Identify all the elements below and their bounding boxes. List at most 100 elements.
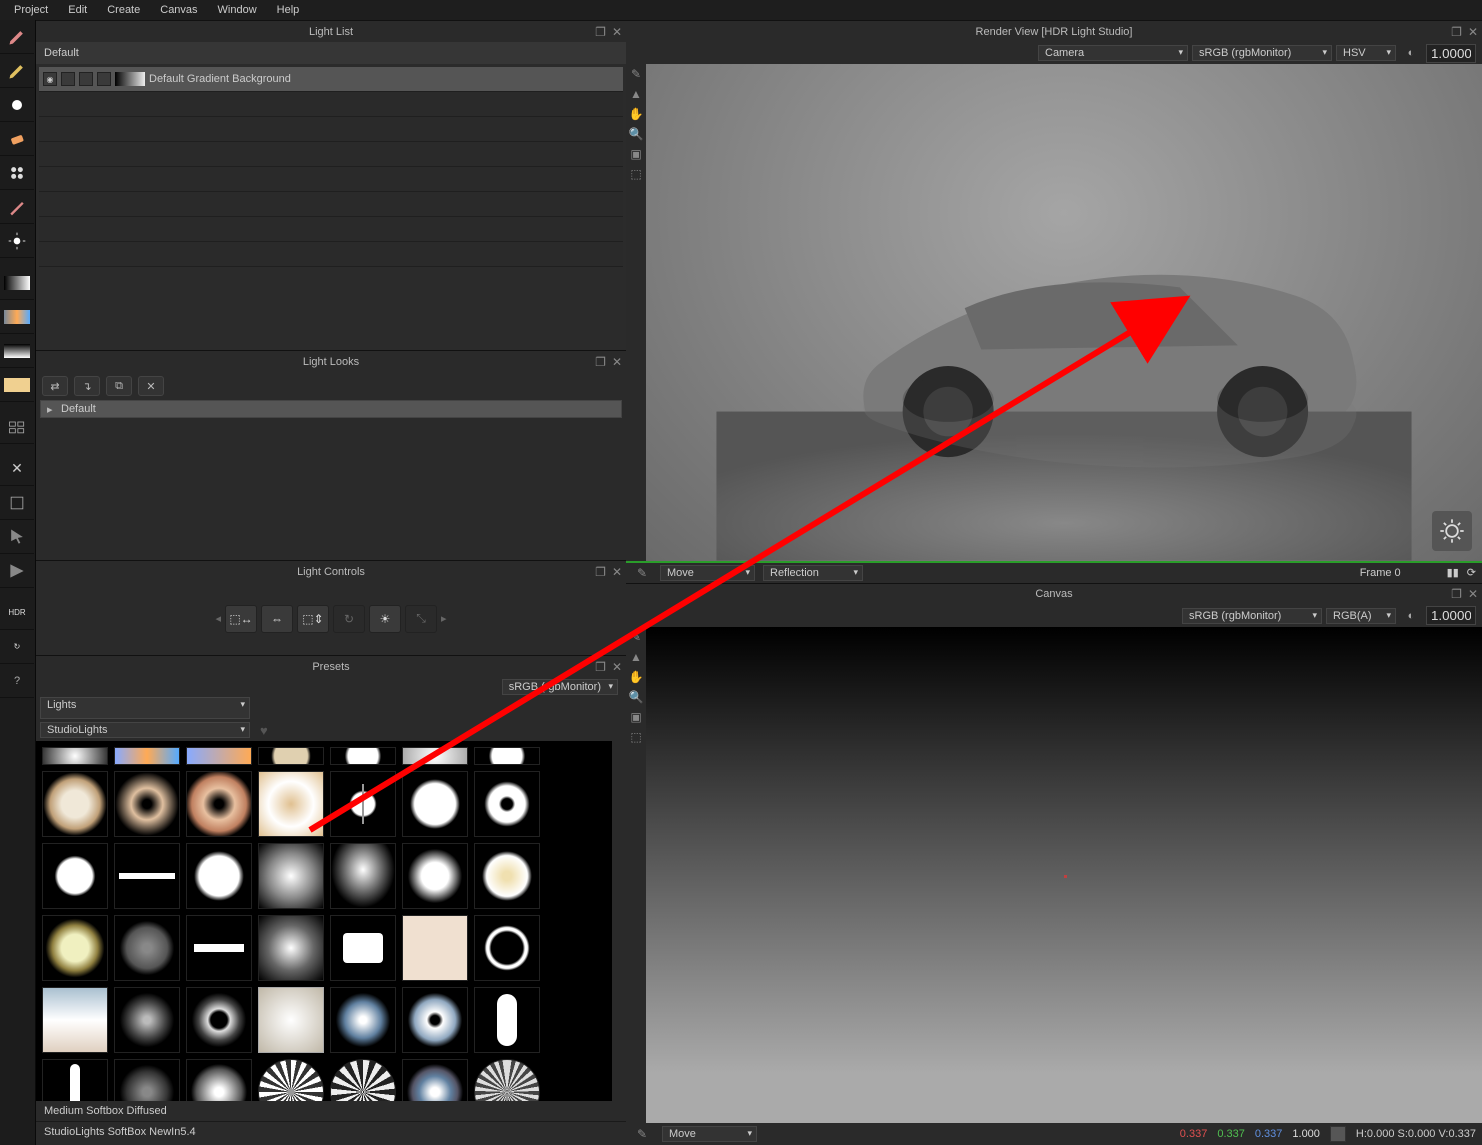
preset-thumb[interactable] [258, 1059, 324, 1101]
pointer-icon[interactable]: ▲ [626, 84, 646, 104]
brush-icon[interactable]: ✎ [632, 1124, 652, 1144]
warm-tool-icon[interactable] [0, 368, 34, 402]
close-icon[interactable]: ✕ [612, 25, 622, 39]
preset-thumb[interactable] [42, 771, 108, 837]
preset-thumb[interactable] [402, 747, 468, 765]
light-tool-icon[interactable] [0, 88, 34, 122]
exposure-icon[interactable]: ◐ [1400, 47, 1422, 59]
wand-tool-icon[interactable] [0, 190, 34, 224]
pencil-tool-icon[interactable] [0, 54, 34, 88]
hdr-refresh-icon[interactable]: ↻ [0, 630, 34, 664]
brightness-ctrl-icon[interactable]: ☀ [369, 605, 401, 633]
preset-thumb[interactable] [42, 1059, 108, 1101]
preset-thumb[interactable] [330, 771, 396, 837]
preset-thumb[interactable] [114, 771, 180, 837]
rotate-ctrl-icon[interactable]: ↻ [333, 605, 365, 633]
preset-thumb[interactable] [330, 1059, 396, 1101]
brush-icon[interactable]: ✎ [626, 627, 646, 647]
zoom-icon[interactable]: 🔍 [626, 124, 646, 144]
hdr-icon[interactable]: HDR [0, 596, 34, 630]
dock-icon[interactable]: ❐ [1451, 587, 1462, 601]
region-icon[interactable]: ⬚ [626, 164, 646, 184]
menu-window[interactable]: Window [208, 2, 267, 18]
canvas-channels-dropdown[interactable]: RGB(A) [1326, 608, 1396, 624]
preset-thumb[interactable] [114, 987, 180, 1053]
texture-tool-icon[interactable] [0, 300, 34, 334]
brush-icon[interactable]: ✎ [626, 64, 646, 84]
gradient-tool-icon[interactable] [0, 266, 34, 300]
arrow-left-icon[interactable]: ◂ [215, 612, 221, 625]
duplicate-look-icon[interactable]: ⧉ [106, 376, 132, 396]
preset-thumb[interactable] [330, 915, 396, 981]
canvas-move-dropdown[interactable]: Move [662, 1126, 757, 1142]
preset-category-dropdown[interactable]: Lights [40, 697, 250, 719]
import-look-icon[interactable]: ↴ [74, 376, 100, 396]
preset-thumb[interactable] [114, 843, 180, 909]
preset-thumb[interactable] [42, 915, 108, 981]
preset-thumb[interactable] [330, 987, 396, 1053]
region-icon[interactable]: ⬚ [626, 727, 646, 747]
scale-all-ctrl-icon[interactable]: ⤡ [405, 605, 437, 633]
dock-icon[interactable]: ❐ [595, 660, 606, 674]
pointer-icon[interactable]: ▲ [626, 647, 646, 667]
scale-v-ctrl-icon[interactable]: ⬚⇕ [297, 605, 329, 633]
close-icon[interactable]: ✕ [1468, 25, 1478, 39]
reflection-dropdown[interactable]: Reflection [763, 565, 863, 581]
dock-icon[interactable]: ❐ [1451, 25, 1462, 39]
cell-toggle[interactable] [61, 72, 75, 86]
brush-tool-icon[interactable] [0, 20, 34, 54]
hand-icon[interactable]: ✋ [626, 104, 646, 124]
scale-h-ctrl-icon[interactable]: ⇔ [261, 605, 293, 633]
preset-thumb[interactable] [42, 987, 108, 1053]
preset-thumb[interactable] [474, 843, 540, 909]
light-list-row[interactable] [39, 92, 623, 117]
dock-icon[interactable]: ❐ [595, 355, 606, 369]
selector-tool-icon[interactable] [0, 520, 34, 554]
preset-thumb[interactable] [186, 987, 252, 1053]
scrollbar[interactable] [612, 741, 626, 1101]
arrow-right-icon[interactable]: ▸ [441, 612, 447, 625]
preset-thumb[interactable] [114, 1059, 180, 1101]
cell-toggle[interactable] [79, 72, 93, 86]
expand-icon[interactable]: ▸ [47, 403, 53, 416]
light-list-group[interactable]: Default [36, 42, 626, 64]
preset-thumb[interactable] [186, 747, 252, 765]
brush-icon[interactable]: ✎ [632, 563, 652, 583]
preset-thumb[interactable] [42, 747, 108, 765]
render-exposure-field[interactable] [1426, 44, 1476, 63]
preset-thumb[interactable] [402, 843, 468, 909]
canvas-viewport[interactable] [646, 627, 1482, 1124]
preset-thumb[interactable] [330, 843, 396, 909]
dock-icon[interactable]: ❐ [595, 25, 606, 39]
canvas-exposure-field[interactable] [1426, 606, 1476, 625]
close-icon[interactable]: ✕ [612, 660, 622, 674]
menu-project[interactable]: Project [4, 2, 58, 18]
preset-thumb[interactable] [114, 915, 180, 981]
add-look-icon[interactable]: ⇄ [42, 376, 68, 396]
close-tool-icon[interactable]: ✕ [0, 452, 34, 486]
eraser-tool-icon[interactable] [0, 122, 34, 156]
zoom-icon[interactable]: 🔍 [626, 687, 646, 707]
light-list-row[interactable] [39, 192, 623, 217]
move-ctrl-icon[interactable]: ⬚↔ [225, 605, 257, 633]
preset-thumb[interactable] [402, 915, 468, 981]
light-list-row[interactable] [39, 117, 623, 142]
light-list-row[interactable]: ◉ Default Gradient Background [39, 67, 623, 92]
preset-thumb[interactable] [186, 771, 252, 837]
preset-colorprofile-dropdown[interactable]: sRGB (rgbMonitor) [502, 679, 618, 695]
preset-thumb[interactable] [186, 843, 252, 909]
preset-thumb[interactable] [42, 843, 108, 909]
preset-thumb-selected[interactable] [258, 987, 324, 1053]
preset-thumb[interactable] [186, 915, 252, 981]
camera-dropdown[interactable]: Camera [1038, 45, 1188, 61]
preset-thumb[interactable] [474, 1059, 540, 1101]
preset-thumb[interactable] [474, 987, 540, 1053]
look-row[interactable]: ▸ Default [40, 400, 622, 418]
info-icon[interactable]: ◉ [43, 72, 57, 86]
preset-thumb[interactable] [258, 771, 324, 837]
light-list-row[interactable] [39, 142, 623, 167]
render-viewport[interactable] [646, 64, 1482, 561]
light-list-row[interactable] [39, 242, 623, 267]
preset-thumb[interactable] [258, 915, 324, 981]
cell-toggle[interactable] [97, 72, 111, 86]
